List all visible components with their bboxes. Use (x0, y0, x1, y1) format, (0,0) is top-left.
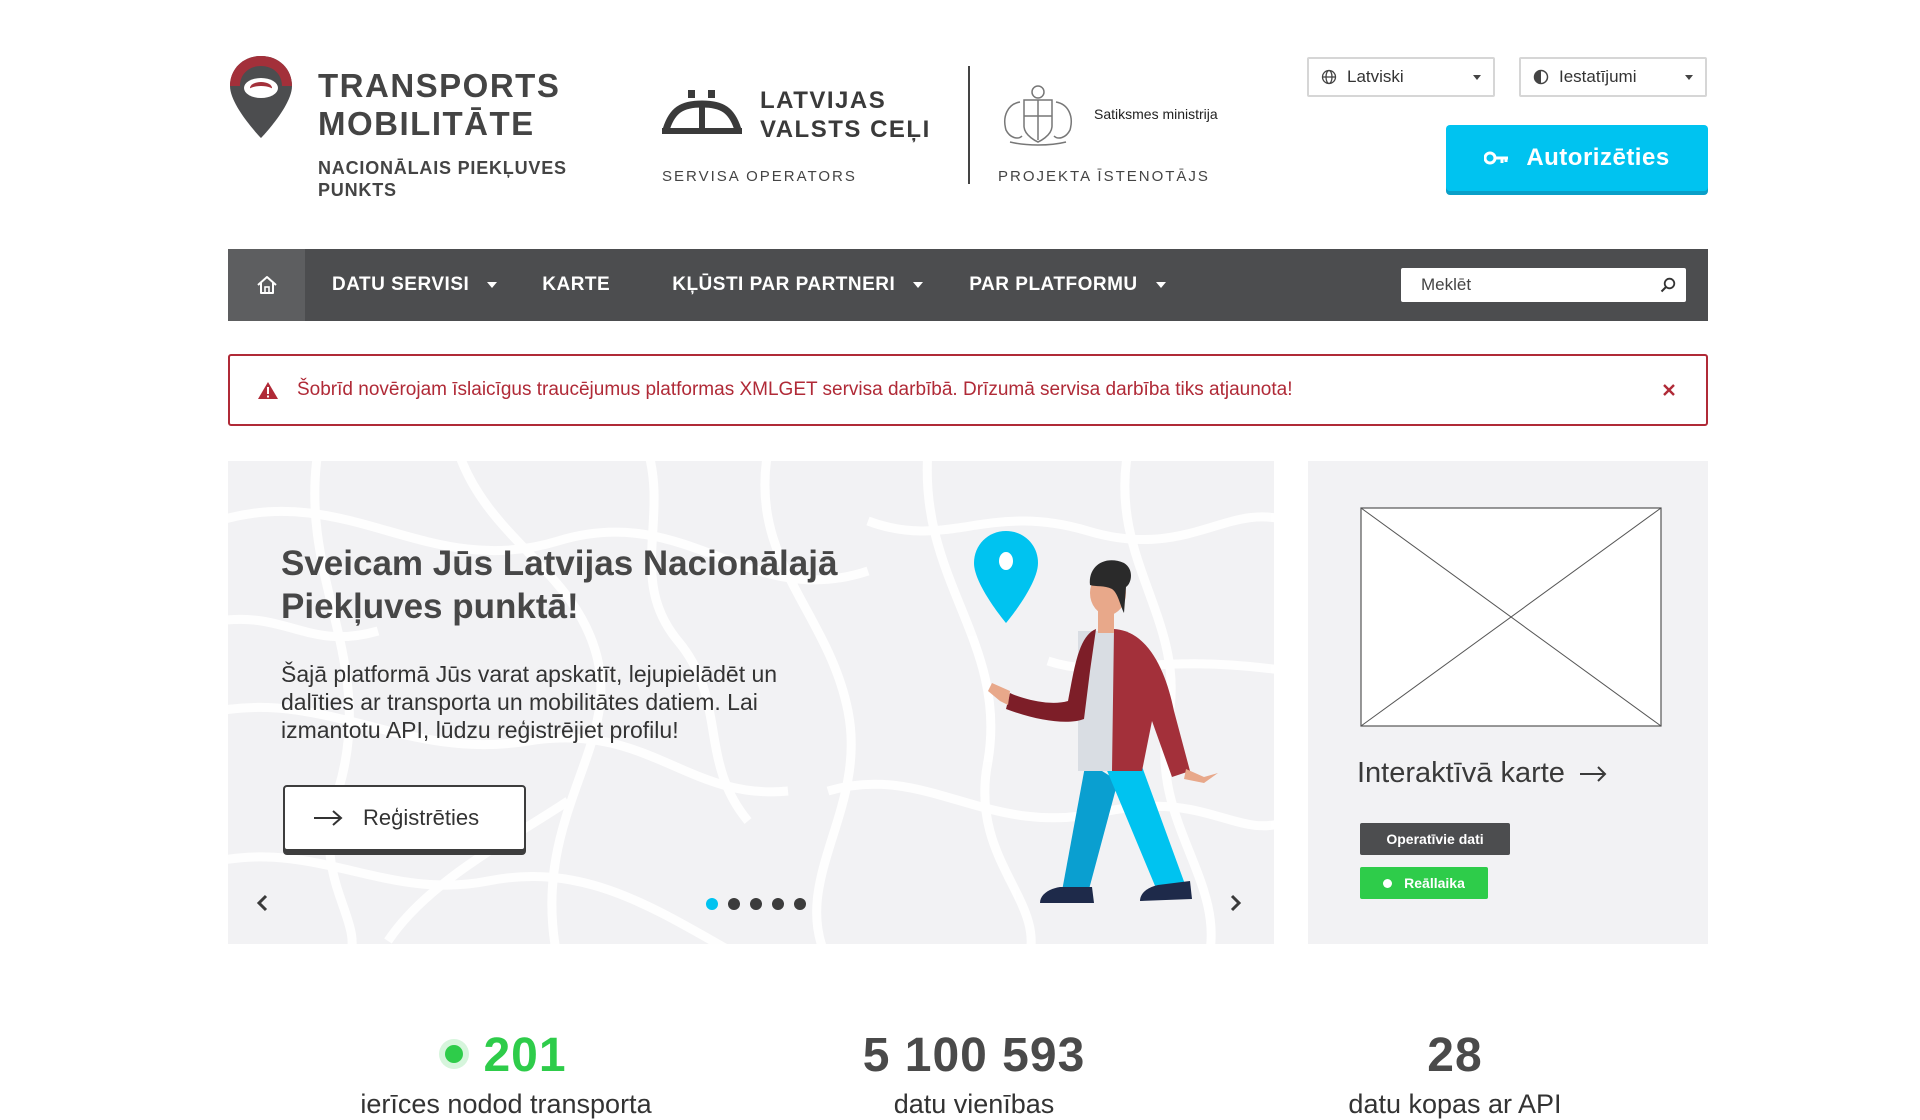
realtime-tag: Reāllaika (1360, 867, 1488, 899)
stat-label: ierīces nodod transporta (360, 1089, 652, 1119)
search-box (1401, 268, 1686, 302)
coat-of-arms-icon (1004, 85, 1072, 146)
arrow-right-icon (314, 810, 343, 826)
register-label: Reģistrēties (363, 805, 480, 830)
key-icon (1484, 151, 1509, 165)
hero-title: Sveicam Jūs Latvijas Nacionālajā Piekļuv… (281, 544, 838, 626)
brand-title: TRANSPORTS MOBILITĀTE (318, 67, 561, 142)
operative-data-tag: Operatīvie dati (1360, 823, 1510, 855)
carousel-prev-icon[interactable] (256, 894, 268, 912)
home-icon (256, 276, 277, 294)
chevron-down-icon (1473, 74, 1481, 80)
stat-devices: 201 ierīces nodod transporta (306, 1028, 706, 1120)
stat-data-units: 5 100 593 datu vienības (774, 1028, 1174, 1120)
service-alert: Šobrīd novērojam īslaicīgus traucējumus … (228, 354, 1708, 426)
nav-item-become-partner[interactable]: KĻŪSTI PAR PARTNERI (672, 249, 924, 321)
nav-item-label: KĻŪSTI PAR PARTNERI (672, 274, 896, 295)
alert-message: Šobrīd novērojam īslaicīgus traucējumus … (297, 379, 1293, 400)
nav-item-about-platform[interactable]: PAR PLATFORMU (969, 249, 1166, 321)
operative-data-label: Operatīvie dati (1386, 831, 1484, 847)
map-card-title[interactable]: Interaktīvā karte (1357, 757, 1607, 790)
nav-item-map[interactable]: KARTE (542, 249, 610, 321)
carousel-next-icon[interactable] (1230, 894, 1242, 912)
language-select[interactable]: Latviski (1307, 57, 1495, 97)
live-dot-icon (1383, 878, 1393, 888)
carousel-indicators (706, 897, 816, 915)
hero-description: Šajā platformā Jūs varat apskatīt, lejup… (281, 661, 778, 743)
warning-icon (258, 381, 278, 399)
settings-select[interactable]: Iestatījumi (1519, 57, 1707, 97)
stat-label: datu vienības (893, 1089, 1055, 1119)
search-icon[interactable] (1660, 277, 1676, 293)
carousel-dot[interactable] (772, 898, 784, 910)
hero-carousel: Sveicam Jūs Latvijas Nacionālajā Piekļuv… (228, 461, 1274, 944)
language-label: Latviski (1347, 67, 1404, 86)
stat-value: 201 (306, 1028, 706, 1083)
login-label: Autorizēties (1526, 144, 1670, 171)
interactive-map-card[interactable]: Interaktīvā karte Operatīvie dati Reālla… (1308, 461, 1708, 944)
stat-api-datasets: 28 datu kopas ar API (1255, 1028, 1655, 1120)
register-button[interactable]: Reģistrēties (283, 785, 526, 851)
realtime-label: Reāllaika (1404, 875, 1465, 891)
stat-value: 5 100 593 (862, 1029, 1086, 1082)
implementer-caption: PROJEKTA ĪSTENOTĀJS (998, 168, 1210, 185)
nav-item-label: KARTE (542, 274, 611, 295)
nav-item-data-services[interactable]: DATU SERVISI (332, 249, 498, 321)
lvc-logo-icon (662, 90, 742, 134)
lvc-name: LATVIJAS VALSTS CEĻI (760, 87, 931, 143)
nav-item-label: DATU SERVISI (332, 274, 470, 295)
carousel-dot[interactable] (728, 898, 740, 910)
brand-subtitle: NACIONĀLAIS PIEKĻUVES PUNKTS (318, 158, 567, 200)
main-navigation: DATU SERVISI KARTE KĻŪSTI PAR PARTNERI P… (228, 249, 1708, 321)
chevron-down-icon (913, 282, 924, 288)
walking-person-illustration (974, 531, 1218, 903)
search-input[interactable] (1419, 274, 1660, 296)
carousel-dot[interactable] (750, 898, 762, 910)
contrast-icon (1533, 69, 1549, 85)
login-button[interactable]: Autorizēties (1446, 125, 1708, 191)
stat-value: 28 (1427, 1029, 1483, 1082)
carousel-dot[interactable] (794, 898, 806, 910)
chevron-down-icon (1685, 74, 1693, 80)
live-indicator-icon (445, 1045, 464, 1064)
nav-item-label: PAR PLATFORMU (969, 274, 1138, 295)
settings-label: Iestatījumi (1559, 67, 1637, 86)
partner-divider (968, 66, 970, 184)
globe-icon (1321, 69, 1337, 85)
map-card-title-text: Interaktīvā karte (1357, 757, 1565, 789)
chevron-down-icon (487, 282, 498, 288)
carousel-dot[interactable] (706, 898, 718, 910)
arrow-right-icon (1579, 765, 1607, 782)
close-icon[interactable] (1662, 383, 1676, 397)
chevron-down-icon (1155, 282, 1166, 288)
transport-mobility-logo-icon (230, 56, 292, 138)
nav-home[interactable] (228, 249, 305, 321)
operator-caption: SERVISA OPERATORS (662, 168, 857, 185)
map-image-placeholder (1360, 507, 1662, 727)
ministry-name: Satiksmes ministrija (1094, 106, 1218, 122)
stat-label: datu kopas ar API (1348, 1089, 1562, 1119)
